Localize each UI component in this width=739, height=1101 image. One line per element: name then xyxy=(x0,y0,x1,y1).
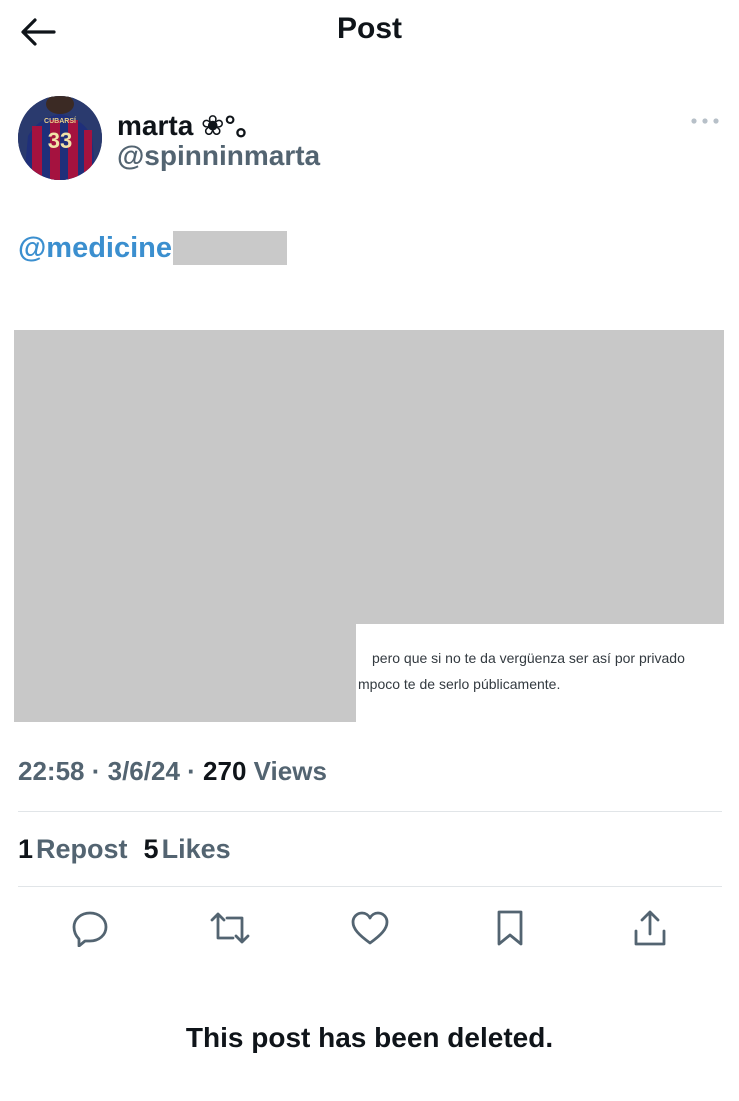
views-count: 270 xyxy=(203,756,247,786)
bookmark-button[interactable] xyxy=(488,906,532,950)
avatar-image: CUBARSÍ 33 xyxy=(18,96,102,180)
like-button[interactable] xyxy=(348,906,392,950)
likes-label: Likes xyxy=(161,834,231,864)
post-text: @medicine xyxy=(18,228,287,268)
meta-separator: · xyxy=(187,756,204,786)
avatar-jersey-name: CUBARSÍ xyxy=(44,116,77,125)
redacted-username xyxy=(173,231,287,265)
reply-icon xyxy=(72,911,108,947)
post-meta: 22:58 · 3/6/24 · 270 Views xyxy=(18,756,327,787)
more-options-button[interactable] xyxy=(684,108,726,134)
reposts-label: Repost xyxy=(36,834,128,864)
avatar[interactable]: CUBARSÍ 33 xyxy=(18,96,102,180)
attached-screenshot[interactable]: pero que si no te da vergüenza ser así p… xyxy=(356,624,724,722)
reply-button[interactable] xyxy=(68,906,112,950)
views-label: Views xyxy=(253,756,327,786)
divider xyxy=(18,886,722,887)
screenshot-line: pero que si no te da vergüenza ser así p… xyxy=(372,650,685,666)
divider xyxy=(18,811,722,812)
repost-button[interactable] xyxy=(208,906,252,950)
share-button[interactable] xyxy=(628,906,672,950)
post-time: 22:58 xyxy=(18,756,85,786)
deleted-notice: This post has been deleted. xyxy=(185,1022,554,1053)
share-icon xyxy=(634,910,666,946)
likes-stat[interactable]: 5 Likes xyxy=(144,834,231,865)
likes-count: 5 xyxy=(143,834,159,864)
engagement-stats: 1 Repost 5 Likes xyxy=(18,834,231,865)
more-dots-icon xyxy=(691,118,719,124)
display-name[interactable]: marta ❀°｡ xyxy=(117,104,250,144)
reposts-stat[interactable]: 1 Repost xyxy=(18,834,128,865)
meta-separator: · xyxy=(91,756,108,786)
mention-link[interactable]: @medicine xyxy=(18,232,172,265)
reposts-count: 1 xyxy=(18,834,34,864)
post-date: 3/6/24 xyxy=(107,756,180,786)
user-handle[interactable]: @spinninmarta xyxy=(117,140,320,172)
repost-icon xyxy=(210,912,250,944)
page-title: Post xyxy=(336,12,402,45)
screenshot-line: mpoco te de serlo públicamente. xyxy=(358,676,561,692)
like-icon xyxy=(351,911,389,945)
avatar-jersey-number: 33 xyxy=(48,128,72,153)
redacted-media xyxy=(14,330,724,624)
bookmark-icon xyxy=(497,910,523,946)
redacted-media-lower xyxy=(14,624,356,722)
